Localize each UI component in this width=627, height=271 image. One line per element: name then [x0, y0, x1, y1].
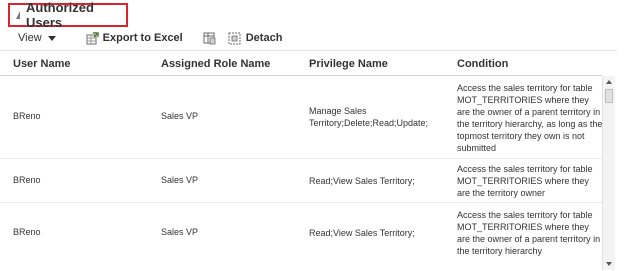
chevron-down-icon — [47, 35, 56, 41]
column-header-assigned-role-name[interactable]: Assigned Role Name — [161, 58, 270, 70]
cell-privilege-name: Read;View Sales Territory; — [309, 228, 415, 238]
cell-role-name: Sales VP — [161, 111, 199, 121]
detach-label: Detach — [245, 32, 283, 44]
column-header-privilege-name[interactable]: Privilege Name — [309, 58, 388, 70]
cell-privilege-name: Read;View Sales Territory; — [309, 176, 415, 186]
export-to-excel-label: Export to Excel — [102, 32, 183, 44]
section-title: Authorized Users — [26, 0, 94, 30]
detach-icon — [228, 32, 241, 44]
cell-role-name: Sales VP — [161, 175, 199, 185]
cell-condition: Access the sales territory for table MOT… — [457, 210, 601, 256]
cell-condition: Access the sales territory for table MOT… — [457, 164, 593, 198]
view-menu-button[interactable]: View — [18, 32, 56, 44]
cell-user-name: BReno — [13, 175, 41, 185]
cell-user-name: BReno — [13, 227, 41, 237]
cell-condition: Access the sales territory for table MOT… — [457, 83, 602, 153]
authorized-users-table: User Name Assigned Role Name Privilege N… — [0, 50, 617, 270]
table-toolbar: View Export to Excel Detach — [10, 29, 282, 47]
cell-privilege-name: Manage Sales Territory;Delete;Read;Updat… — [309, 106, 429, 128]
collapse-triangle-icon[interactable] — [16, 11, 20, 19]
cell-role-name: Sales VP — [161, 227, 199, 237]
scroll-down-icon[interactable] — [606, 262, 612, 266]
table-row[interactable]: BReno Sales VP Manage Sales Territory;De… — [0, 76, 602, 154]
export-to-excel-button[interactable]: Export to Excel — [86, 31, 183, 45]
export-excel-icon — [86, 31, 99, 44]
view-menu-label: View — [18, 32, 42, 44]
table-body: BReno Sales VP Manage Sales Territory;De… — [0, 76, 602, 270]
table-row[interactable]: BReno Sales VP Read;View Sales Territory… — [0, 159, 602, 201]
scroll-up-icon[interactable] — [606, 80, 612, 84]
section-header-authorized-users[interactable]: Authorized Users — [8, 0, 128, 30]
scrollbar-thumb[interactable] — [605, 89, 613, 103]
column-header-condition[interactable]: Condition — [457, 58, 508, 70]
detach-button[interactable]: Detach — [228, 32, 283, 45]
cell-user-name: BReno — [13, 111, 41, 121]
freeze-button[interactable] — [203, 32, 216, 45]
vertical-scrollbar[interactable] — [602, 76, 615, 270]
column-header-user-name[interactable]: User Name — [13, 58, 70, 70]
table-row[interactable]: BReno Sales VP Read;View Sales Territory… — [0, 203, 602, 270]
freeze-icon — [203, 32, 216, 44]
